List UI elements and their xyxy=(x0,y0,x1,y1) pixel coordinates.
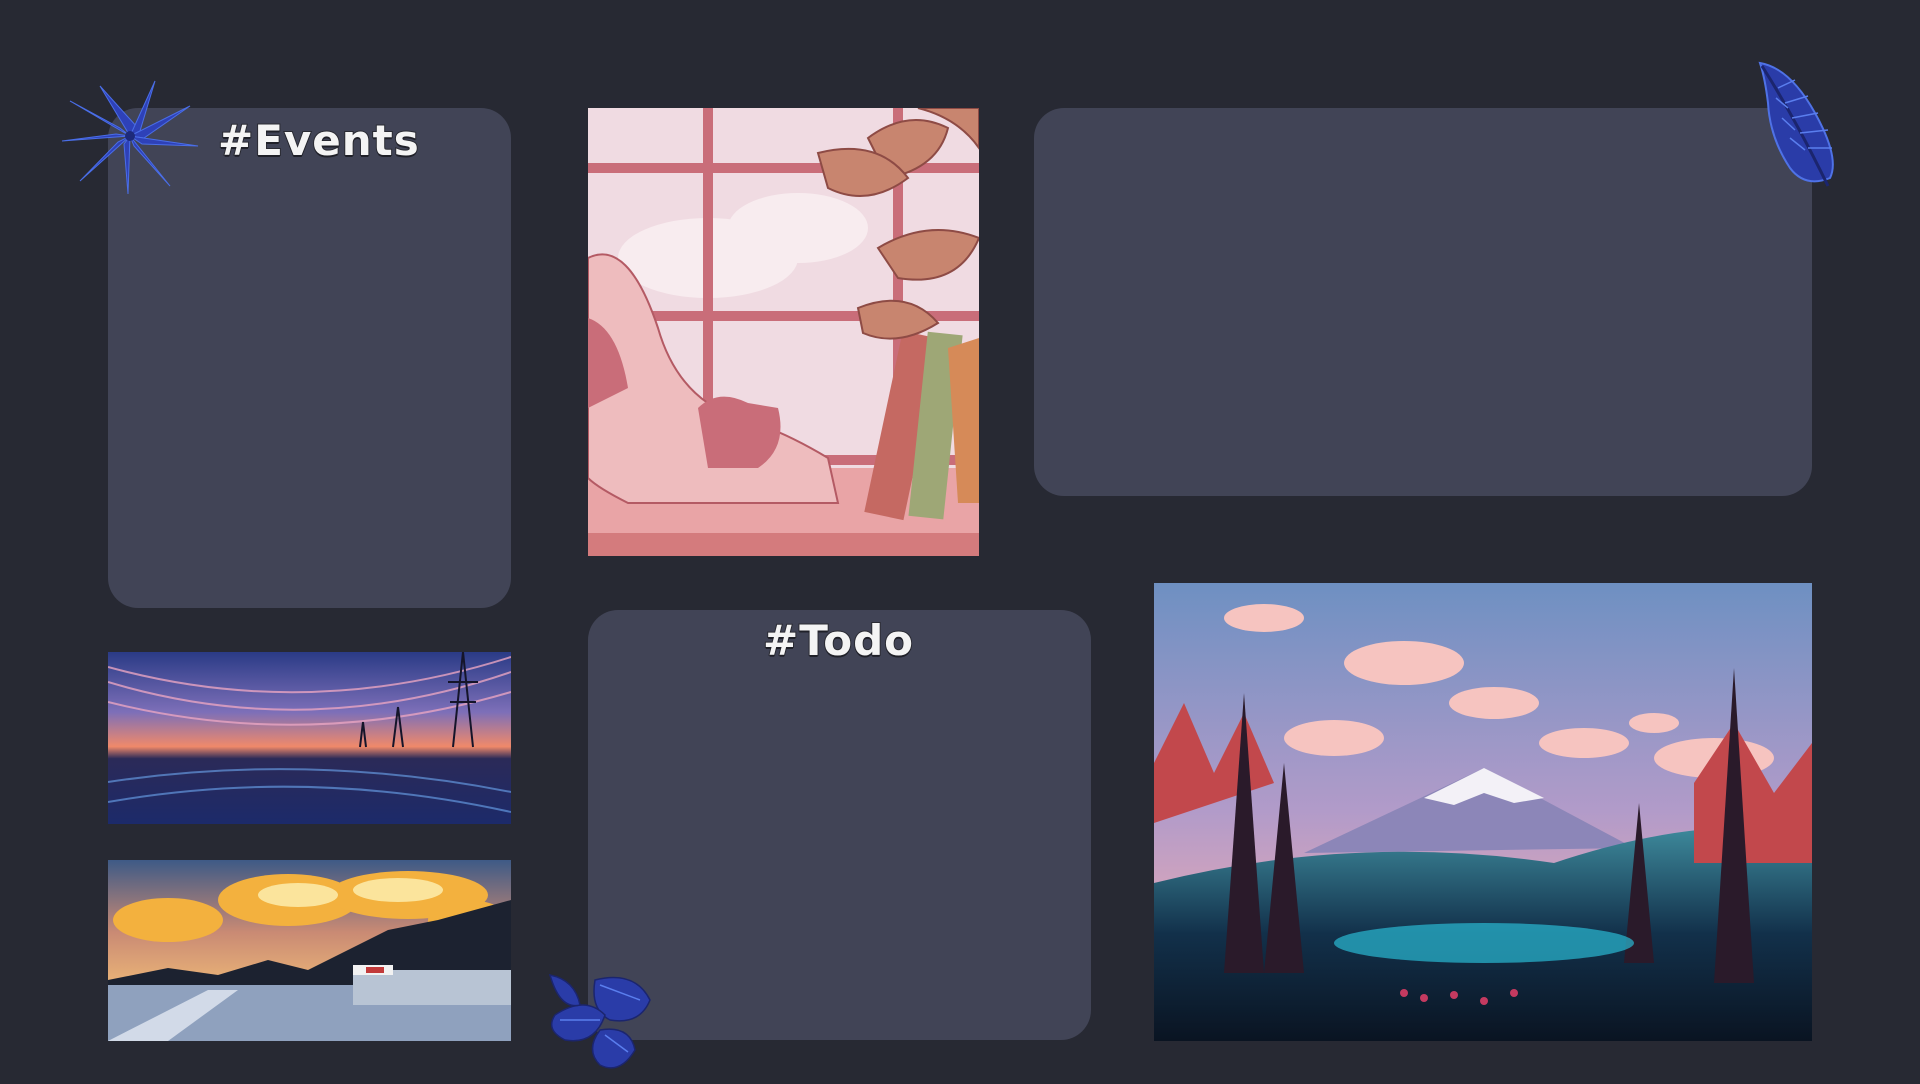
sky-reflection-image xyxy=(108,652,511,824)
cafe-road-image xyxy=(108,860,511,1041)
cat-window-image xyxy=(588,108,979,556)
mountain-lake-image xyxy=(1154,583,1812,1041)
feather-leaf-icon xyxy=(1750,58,1850,197)
events-title: #Events xyxy=(217,115,420,166)
monstera-leaf-icon xyxy=(540,970,675,1084)
todo-title: #Todo xyxy=(762,615,915,666)
info-panel xyxy=(1034,108,1812,496)
palm-leaf-icon xyxy=(60,76,200,198)
